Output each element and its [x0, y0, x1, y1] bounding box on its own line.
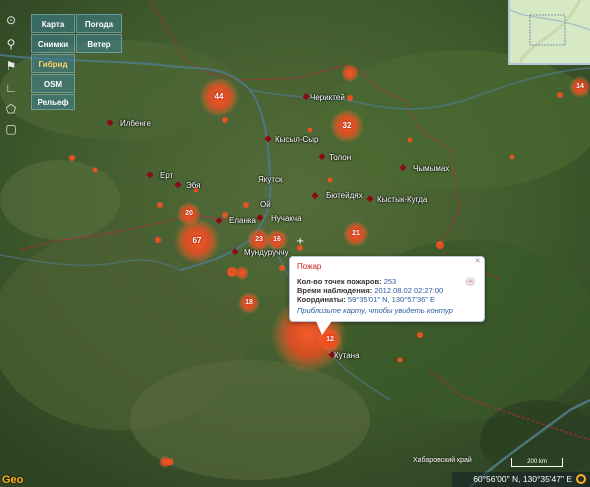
layer-switcher: Карта Погода Снимки Ветер Гибрид OSM Рел…: [25, 12, 122, 110]
place-label: Эбя: [186, 181, 201, 190]
target-icon[interactable]: ⊙: [3, 12, 19, 28]
popup-title: Пожар: [297, 262, 322, 271]
layer-weather-button[interactable]: Погода: [76, 14, 122, 33]
search-icon[interactable]: ⚲: [3, 36, 19, 52]
zoom-hint-link[interactable]: Приблизьте карту, чтобы увидеть контур: [297, 306, 477, 315]
close-icon[interactable]: ✕: [474, 258, 481, 265]
place-label: Еланка: [229, 216, 256, 225]
fire-cluster-count[interactable]: 16: [265, 236, 289, 243]
place-label: Илбенге: [120, 119, 151, 128]
fire-cluster-count[interactable]: 32: [335, 121, 359, 130]
cursor-coordinates: 60°56'00" N, 130°35'47" E: [452, 472, 590, 487]
fire-cluster-count[interactable]: 21: [344, 230, 368, 237]
layer-osm-button[interactable]: OSM: [31, 74, 75, 93]
place-label: Ой: [260, 200, 271, 209]
fire-cluster-count[interactable]: 12: [318, 336, 342, 343]
polygon-icon[interactable]: ⬠: [3, 101, 19, 117]
place-label: Чымымах: [413, 164, 450, 173]
place-label: Нучакча: [271, 214, 302, 223]
overview-minimap[interactable]: [508, 0, 590, 65]
region-label: Хабаровский край: [413, 457, 472, 464]
layer-map-button[interactable]: Карта: [31, 14, 75, 33]
fire-glow: [341, 64, 359, 82]
layer-imagery-button[interactable]: Снимки: [31, 34, 75, 53]
fire-cluster-count[interactable]: 44: [207, 92, 231, 101]
square-icon[interactable]: ▢: [3, 121, 19, 137]
place-label: Мундуруччу: [244, 248, 289, 257]
fire-count-row: Кол-во точек пожаров: 253: [297, 277, 397, 286]
fire-cluster-count[interactable]: 12: [458, 279, 482, 286]
place-label: Якутск: [258, 175, 283, 184]
place-label: Чериктей: [310, 93, 345, 102]
flag-icon[interactable]: ⚑: [3, 58, 19, 74]
refresh-icon[interactable]: [576, 474, 586, 484]
fire-cluster-count[interactable]: 20: [177, 210, 201, 217]
fire-info-popup: ✕ Пожар Кол-во точек пожаров: 253 Время …: [289, 256, 485, 322]
coordinates-row: Координаты: 59°35'01" N, 130°57'36" E: [297, 295, 436, 304]
place-label: Кыстык-Кугда: [377, 195, 428, 204]
scale-bar: 200 km: [511, 458, 563, 467]
fire-cluster-count[interactable]: 18: [237, 299, 261, 306]
place-label: Кутана: [334, 351, 360, 360]
place-label: Бютейдях: [326, 191, 363, 200]
popup-pointer: [316, 321, 332, 335]
fire-glow: [235, 266, 249, 280]
geo-logo: Geo: [2, 474, 24, 486]
layer-relief-button[interactable]: Рельеф: [31, 94, 75, 110]
svg-text:+: +: [296, 236, 304, 247]
fire-cluster-count[interactable]: 14: [568, 83, 590, 90]
fire-cluster-count[interactable]: 67: [185, 236, 209, 245]
ruler-icon[interactable]: ∟: [3, 80, 19, 96]
place-label: Ерт: [160, 171, 174, 180]
place-label: Толон: [329, 153, 352, 162]
place-label: Кысыл-Сыр: [275, 135, 319, 144]
layer-hybrid-button[interactable]: Гибрид: [31, 54, 75, 73]
observation-time-row: Время наблюдения: 2012.08.02 02:27:00: [297, 286, 444, 295]
layer-wind-button[interactable]: Ветер: [76, 34, 122, 53]
